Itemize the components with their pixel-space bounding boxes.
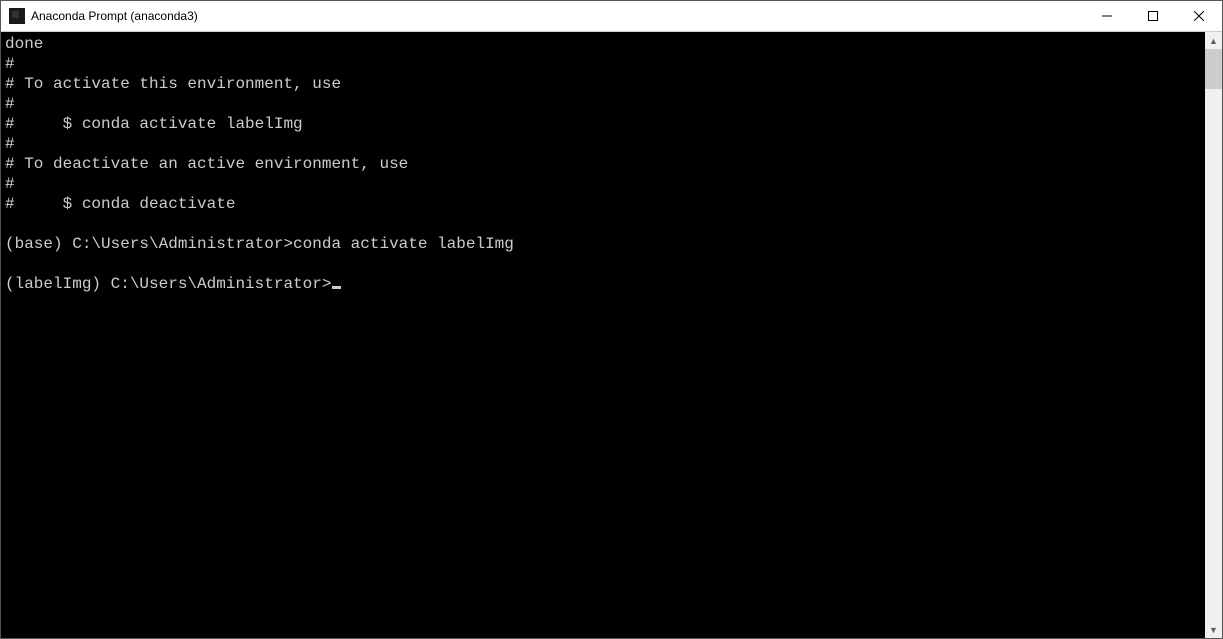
close-button[interactable]: [1176, 1, 1222, 32]
terminal-line: #: [5, 174, 1205, 194]
terminal-line: # To activate this environment, use: [5, 74, 1205, 94]
terminal-line: #: [5, 94, 1205, 114]
scroll-up-button[interactable]: ▲: [1205, 32, 1222, 49]
terminal-area: done## To activate this environment, use…: [1, 32, 1222, 638]
app-icon: [9, 8, 25, 24]
scroll-track[interactable]: [1205, 49, 1222, 621]
cursor: [332, 286, 341, 289]
chevron-down-icon: ▼: [1209, 625, 1218, 635]
window-title: Anaconda Prompt (anaconda3): [31, 1, 198, 32]
terminal-line: # $ conda activate labelImg: [5, 114, 1205, 134]
terminal-line: #: [5, 134, 1205, 154]
vertical-scrollbar[interactable]: ▲ ▼: [1205, 32, 1222, 638]
minimize-icon: [1102, 11, 1112, 21]
prompt-text: (labelImg) C:\Users\Administrator>: [5, 275, 331, 293]
terminal-line: # To deactivate an active environment, u…: [5, 154, 1205, 174]
terminal-line: done: [5, 34, 1205, 54]
maximize-button[interactable]: [1130, 1, 1176, 32]
close-icon: [1194, 11, 1204, 21]
terminal-prompt-line[interactable]: (labelImg) C:\Users\Administrator>: [5, 274, 1205, 294]
terminal-line: #: [5, 54, 1205, 74]
terminal-line: # $ conda deactivate: [5, 194, 1205, 214]
terminal-output[interactable]: done## To activate this environment, use…: [1, 32, 1205, 638]
scroll-thumb[interactable]: [1205, 49, 1222, 89]
terminal-line: [5, 254, 1205, 274]
terminal-line: [5, 214, 1205, 234]
maximize-icon: [1148, 11, 1158, 21]
scroll-down-button[interactable]: ▼: [1205, 621, 1222, 638]
chevron-up-icon: ▲: [1209, 36, 1218, 46]
minimize-button[interactable]: [1084, 1, 1130, 32]
terminal-line: (base) C:\Users\Administrator>conda acti…: [5, 234, 1205, 254]
window-titlebar[interactable]: Anaconda Prompt (anaconda3): [1, 1, 1222, 32]
